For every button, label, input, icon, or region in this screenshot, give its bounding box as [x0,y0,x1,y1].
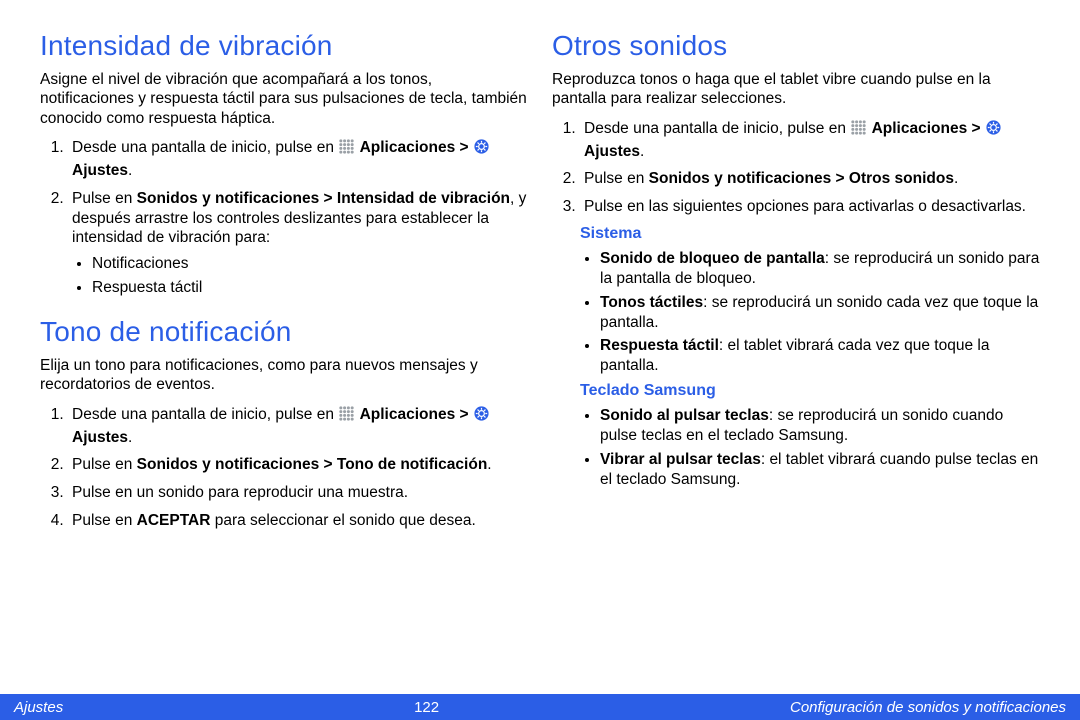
subsections: Sistema Sonido de bloqueo de pantalla: s… [580,225,1040,489]
step-text: Desde una pantalla de inicio, pulse en [584,120,850,137]
settings-label: Ajustes [584,143,640,160]
path-bold: Sonidos y notificaciones > Otros sonidos [649,170,954,187]
steps-intensidad: Desde una pantalla de inicio, pulse en A… [68,138,528,298]
settings-gear-icon [473,138,490,161]
apps-label: Aplicaciones > [872,120,985,137]
intro-tono: Elija un tono para notificaciones, como … [40,356,528,395]
accept-bold: ACEPTAR [137,512,211,529]
footer-right: Configuración de sonidos y notificacione… [790,699,1066,716]
list-item: Vibrar al pulsar teclas: el tablet vibra… [600,450,1040,490]
step-text: Desde una pantalla de inicio, pulse en [72,406,338,423]
list-item: Notificaciones [92,254,528,274]
step-4: Pulse en ACEPTAR para seleccionar el son… [68,511,528,531]
content-area: Intensidad de vibración Asigne el nivel … [0,0,1080,694]
opt-bold: Tonos táctiles [600,294,703,311]
list-item: Sonido al pulsar teclas: se reproducirá … [600,406,1040,446]
left-column: Intensidad de vibración Asigne el nivel … [40,28,528,684]
apps-label: Aplicaciones > [360,406,473,423]
list-item: Respuesta táctil [92,278,528,298]
heading-otros-sonidos: Otros sonidos [552,30,1040,62]
step-text: Desde una pantalla de inicio, pulse en [72,139,338,156]
heading-intensidad-vibracion: Intensidad de vibración [40,30,528,62]
period: . [128,162,132,179]
steps-tono: Desde una pantalla de inicio, pulse en A… [68,405,528,531]
step-text: Pulse en [584,170,649,187]
step-2: Pulse en Sonidos y notificaciones > Inte… [68,189,528,298]
step-2: Pulse en Sonidos y notificaciones > Otro… [580,169,1040,189]
settings-label: Ajustes [72,429,128,446]
heading-tono-notificacion: Tono de notificación [40,316,528,348]
period: . [954,170,958,187]
step-2: Pulse en Sonidos y notificaciones > Tono… [68,455,528,475]
apps-grid-icon [338,405,355,428]
list-item: Sonido de bloqueo de pantalla: se reprod… [600,249,1040,289]
intro-intensidad: Asigne el nivel de vibración que acompañ… [40,70,528,128]
step-1: Desde una pantalla de inicio, pulse en A… [68,405,528,448]
apps-grid-icon [338,138,355,161]
path-bold: Sonidos y notificaciones > Intensidad de… [137,190,510,207]
footer-left: Ajustes [14,699,63,716]
apps-grid-icon [850,119,867,142]
sub-bullets: Notificaciones Respuesta táctil [92,254,528,298]
step-text: Pulse en [72,456,137,473]
opt-bold: Sonido al pulsar teclas [600,407,769,424]
page-footer: Ajustes 122 Configuración de sonidos y n… [0,694,1080,720]
right-column: Otros sonidos Reproduzca tonos o haga qu… [552,28,1040,684]
subhead-teclado: Teclado Samsung [580,382,1040,400]
list-item: Tonos táctiles: se reproducirá un sonido… [600,293,1040,333]
step-1: Desde una pantalla de inicio, pulse en A… [68,138,528,181]
step-3: Pulse en un sonido para reproducir una m… [68,483,528,503]
step-3: Pulse en las siguientes opciones para ac… [580,197,1040,217]
step-text: Pulse en [72,190,137,207]
settings-gear-icon [473,405,490,428]
sistema-bullets: Sonido de bloqueo de pantalla: se reprod… [600,249,1040,376]
footer-page-number: 122 [63,699,790,716]
period: . [128,429,132,446]
steps-otros: Desde una pantalla de inicio, pulse en A… [580,119,1040,217]
manual-page: Intensidad de vibración Asigne el nivel … [0,0,1080,720]
teclado-bullets: Sonido al pulsar teclas: se reproducirá … [600,406,1040,489]
step-text: Pulse en [72,512,137,529]
opt-bold: Vibrar al pulsar teclas [600,451,761,468]
path-bold: Sonidos y notificaciones > Tono de notif… [137,456,488,473]
settings-label: Ajustes [72,162,128,179]
subhead-sistema: Sistema [580,225,1040,243]
period: . [487,456,491,473]
step-text: para seleccionar el sonido que desea. [210,512,475,529]
opt-bold: Sonido de bloqueo de pantalla [600,250,825,267]
period: . [640,143,644,160]
intro-otros: Reproduzca tonos o haga que el tablet vi… [552,70,1040,109]
settings-gear-icon [985,119,1002,142]
opt-bold: Respuesta táctil [600,337,719,354]
list-item: Respuesta táctil: el tablet vibrará cada… [600,336,1040,376]
step-1: Desde una pantalla de inicio, pulse en A… [580,119,1040,162]
apps-label: Aplicaciones > [360,139,473,156]
